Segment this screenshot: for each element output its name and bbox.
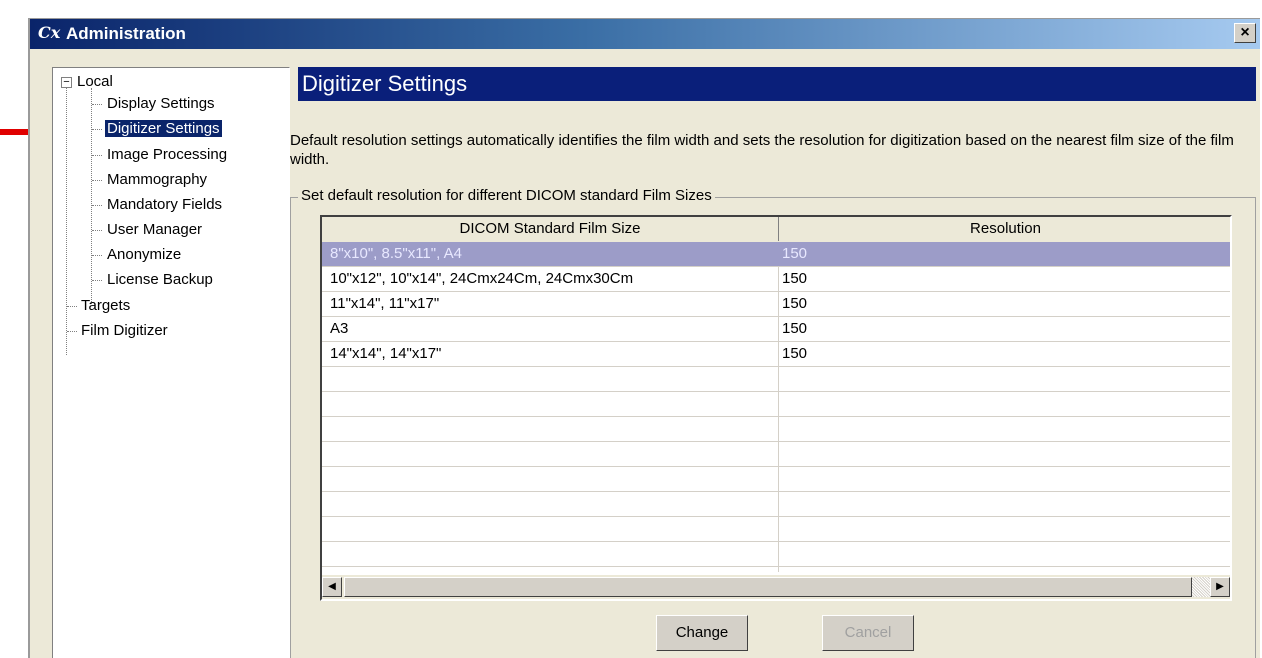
collapse-icon[interactable]: − bbox=[61, 77, 72, 88]
navigation-tree[interactable]: − Local Display Settings Digitizer Setti… bbox=[52, 67, 290, 658]
horizontal-scrollbar[interactable]: ◀ ▶ bbox=[322, 575, 1230, 599]
table-row-empty bbox=[322, 442, 1230, 467]
table-row[interactable]: 14"x14", 14"x17" 150 bbox=[322, 342, 1230, 367]
table-row-empty bbox=[322, 467, 1230, 492]
tree-node-display-settings[interactable]: Display Settings bbox=[105, 93, 217, 115]
cell-resolution: 150 bbox=[782, 320, 808, 337]
cell-film-size: 8"x10", 8.5"x11", A4 bbox=[330, 245, 462, 262]
column-header-film-size[interactable]: DICOM Standard Film Size bbox=[322, 217, 779, 241]
tree-node-mandatory-fields[interactable]: Mandatory Fields bbox=[105, 194, 224, 216]
cell-resolution: 150 bbox=[782, 345, 808, 362]
tree-node-local[interactable]: Local bbox=[75, 71, 115, 93]
title-bar[interactable]: Cx Administration × bbox=[30, 19, 1260, 49]
close-button[interactable]: × bbox=[1234, 23, 1256, 43]
table-row-empty bbox=[322, 367, 1230, 392]
cell-film-size: 14"x14", 14"x17" bbox=[330, 345, 442, 362]
cell-film-size: 10"x12", 10"x14", 24Cmx24Cm, 24Cmx30Cm bbox=[330, 270, 634, 287]
cancel-button[interactable]: Cancel bbox=[822, 615, 914, 651]
table-row-empty bbox=[322, 392, 1230, 417]
tree-node-digitizer-settings[interactable]: Digitizer Settings bbox=[105, 118, 222, 140]
film-size-grid[interactable]: DICOM Standard Film Size Resolution 8"x1… bbox=[320, 215, 1232, 601]
cell-film-size: 11"x14", 11"x17" bbox=[330, 295, 440, 312]
cell-film-size: A3 bbox=[330, 320, 349, 337]
cell-resolution: 150 bbox=[782, 270, 808, 287]
scrollbar-track[interactable] bbox=[1192, 577, 1210, 597]
table-row-empty bbox=[322, 542, 1230, 567]
table-row-empty bbox=[322, 417, 1230, 442]
table-row[interactable]: A3 150 bbox=[322, 317, 1230, 342]
tree-node-mammography[interactable]: Mammography bbox=[105, 169, 209, 191]
grid-header: DICOM Standard Film Size Resolution bbox=[322, 217, 1230, 243]
tree-node-film-digitizer[interactable]: Film Digitizer bbox=[79, 320, 170, 342]
column-header-resolution[interactable]: Resolution bbox=[779, 217, 1230, 241]
scroll-right-icon[interactable]: ▶ bbox=[1210, 577, 1230, 597]
administration-window: Cx Administration × − Local Display Sett… bbox=[28, 18, 1260, 658]
table-row-empty bbox=[322, 492, 1230, 517]
table-row[interactable]: 11"x14", 11"x17" 150 bbox=[322, 292, 1230, 317]
app-logo-icon: Cx bbox=[38, 23, 61, 42]
tree-line bbox=[91, 88, 92, 304]
panel-description: Default resolution settings automaticall… bbox=[290, 132, 1234, 168]
tree-node-image-processing[interactable]: Image Processing bbox=[105, 144, 229, 166]
cell-resolution: 150 bbox=[782, 295, 808, 312]
close-icon: × bbox=[1240, 24, 1250, 41]
window-title: Administration bbox=[66, 24, 186, 43]
table-row[interactable]: 8"x10", 8.5"x11", A4 150 bbox=[322, 242, 1230, 267]
panel-title: Digitizer Settings bbox=[298, 67, 1256, 101]
cell-resolution: 150 bbox=[782, 245, 808, 262]
tree-node-targets[interactable]: Targets bbox=[79, 295, 132, 317]
change-button[interactable]: Change bbox=[656, 615, 748, 651]
tree-line bbox=[66, 88, 67, 355]
groupbox-label: Set default resolution for different DIC… bbox=[298, 187, 715, 204]
tree-node-anonymize[interactable]: Anonymize bbox=[105, 244, 183, 266]
tree-node-license-backup[interactable]: License Backup bbox=[105, 269, 215, 291]
scroll-left-icon[interactable]: ◀ bbox=[322, 577, 342, 597]
scrollbar-thumb[interactable] bbox=[344, 577, 1192, 597]
tree-node-user-manager[interactable]: User Manager bbox=[105, 219, 204, 241]
table-row-empty bbox=[322, 517, 1230, 542]
table-row[interactable]: 10"x12", 10"x14", 24Cmx24Cm, 24Cmx30Cm 1… bbox=[322, 267, 1230, 292]
